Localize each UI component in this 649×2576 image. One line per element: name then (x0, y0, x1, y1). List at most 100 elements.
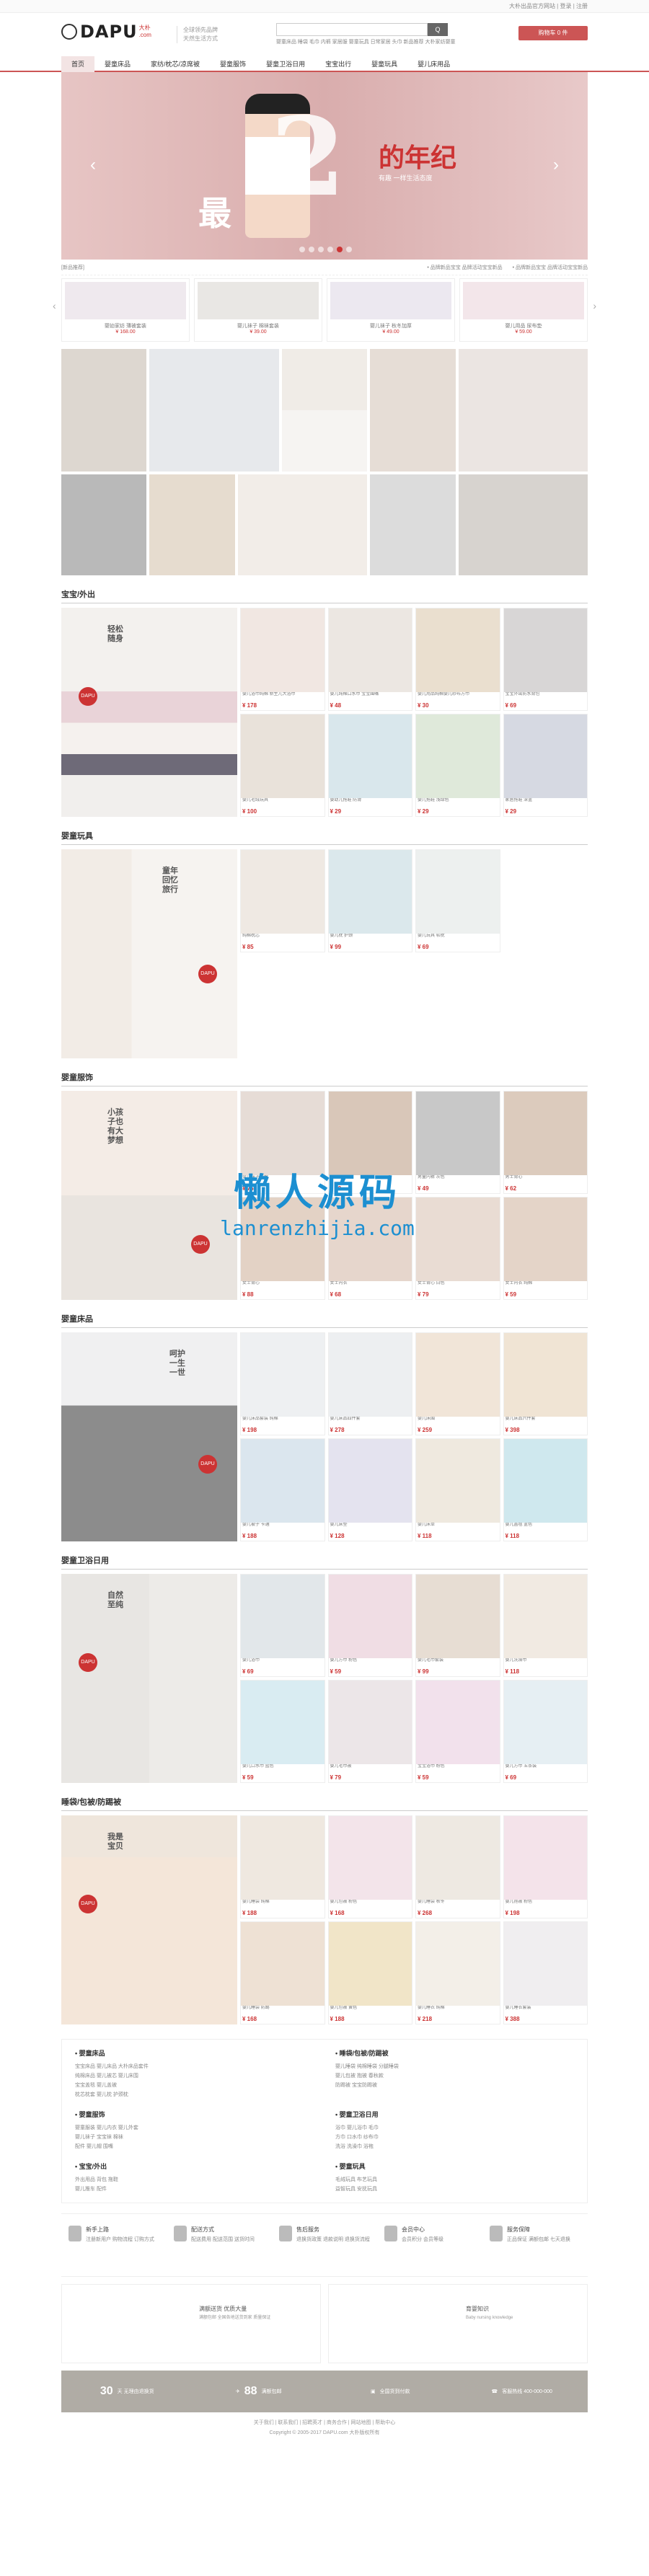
section-title[interactable]: 婴童卫浴日用 (61, 1554, 588, 1570)
banner-dot[interactable] (318, 247, 324, 252)
product-card[interactable]: 婴儿浴巾 ¥ 69 (240, 1574, 325, 1677)
directory-row[interactable]: 婴童服装 婴儿内衣 婴儿外套 (75, 2123, 314, 2133)
section-hero-image[interactable]: 轻松随身 DAPU (61, 608, 237, 817)
section-title[interactable]: 婴童玩具 (61, 830, 588, 845)
product-card[interactable]: 婴儿包被 粉色 ¥ 168 (327, 1815, 412, 1918)
product-card[interactable]: 婴儿睡衣套装 ¥ 388 (503, 1921, 588, 2024)
product-card[interactable]: 家居拖鞋 深蓝 ¥ 29 (503, 714, 588, 817)
directory-row[interactable]: 婴儿袜子 宝宝袜 棉袜 (75, 2133, 314, 2142)
service-links[interactable]: 配送费用 配送范围 送货时间 (191, 2236, 255, 2243)
directory-row[interactable]: 婴儿包被 抱被 春秋款 (335, 2071, 574, 2081)
nav-item[interactable]: 婴儿床用品 (407, 56, 460, 72)
nav-item[interactable]: 宝宝出行 (315, 56, 361, 72)
directory-title[interactable]: • 宝宝/外出 (75, 2161, 314, 2171)
directory-title[interactable]: • 婴童玩具 (335, 2161, 574, 2171)
collage-image[interactable] (61, 474, 147, 575)
mini-product[interactable]: 婴儿用品 尿布垫 ¥ 59.00 (459, 278, 588, 342)
mini-prev-icon[interactable]: ‹ (53, 300, 56, 311)
directory-row[interactable]: 防踢被 宝宝防踢被 (335, 2081, 574, 2090)
product-card[interactable]: 婴儿毛巾套装 ¥ 99 (415, 1574, 500, 1677)
product-card[interactable]: 婴儿床品六件套 ¥ 398 (503, 1332, 588, 1435)
service-title[interactable]: 服务保障 (507, 2226, 570, 2234)
collage-image[interactable] (370, 349, 456, 472)
mini-product[interactable]: 婴儿袜子 秋冬加厚 ¥ 49.00 (327, 278, 455, 342)
section-title[interactable]: 婴童床品 (61, 1313, 588, 1328)
product-card[interactable]: 婴儿睡袋 纯棉 ¥ 188 (240, 1815, 325, 1918)
section-hero-image[interactable]: 我是宝贝 DAPU (61, 1815, 237, 2024)
product-card[interactable]: 婴儿用品纯棉婴儿纱布方巾 ¥ 30 (415, 608, 500, 711)
nav-item[interactable]: 首页 (61, 56, 95, 72)
product-card[interactable]: 婴儿毛绒玩具 ¥ 100 (240, 714, 325, 817)
collage-image[interactable] (370, 474, 456, 575)
directory-row[interactable]: 洗浴 洗澡巾 浴袍 (335, 2142, 574, 2151)
service-links[interactable]: 正品保证 满额包邮 七天退换 (507, 2236, 570, 2243)
collage-image[interactable] (61, 349, 147, 472)
directory-title[interactable]: • 睡袋/包被/防踢被 (335, 2048, 574, 2058)
directory-row[interactable]: 宝宝床品 婴儿床品 大朴床品套件 (75, 2062, 314, 2071)
promo-box[interactable]: 育婴知识 Baby nursing knowledge (328, 2284, 588, 2363)
service-title[interactable]: 售后服务 (296, 2226, 370, 2234)
product-card[interactable]: 婴儿床垫 ¥ 128 (327, 1438, 412, 1541)
nav-item[interactable]: 婴童玩具 (361, 56, 407, 72)
product-card[interactable]: 婴儿床品套装 纯棉 ¥ 198 (240, 1332, 325, 1435)
section-title[interactable]: 睡袋/包被/防踢被 (61, 1796, 588, 1811)
banner-dot[interactable] (337, 247, 343, 252)
service-title[interactable]: 会员中心 (402, 2226, 443, 2234)
directory-row[interactable]: 枕芯枕套 婴儿枕 护颈枕 (75, 2090, 314, 2099)
directory-row[interactable]: 婴儿睡袋 纯棉睡袋 分腿睡袋 (335, 2062, 574, 2071)
product-card[interactable]: 纯棉枕芯 ¥ 85 (240, 849, 325, 952)
top-links[interactable]: 大朴出品官方网站 | 登录 | 注册 (61, 0, 588, 13)
mini-next-icon[interactable]: › (593, 300, 596, 311)
hero-banner[interactable]: 2 最 的年纪 有趣 一样生活态度 ‹ › (61, 72, 588, 260)
product-card[interactable]: 婴儿睡袋 防踢 ¥ 168 (240, 1921, 325, 2024)
mini-product[interactable]: 婴幼家纺 薄被套装 ¥ 168.00 (61, 278, 190, 342)
news-item[interactable]: • 品牌新品宝宝 品牌活动宝宝新品 (427, 264, 502, 271)
section-hero-image[interactable]: 呵护一生一世 DAPU (61, 1332, 237, 1541)
product-card[interactable]: 婴儿洗澡巾 ¥ 118 (503, 1574, 588, 1677)
product-card[interactable]: 婴儿盖毯 蓝色 ¥ 118 (503, 1438, 588, 1541)
section-hero-image[interactable]: 童年回忆旅行 DAPU (61, 849, 237, 1058)
directory-row[interactable]: 婴儿推车 配件 (75, 2185, 314, 2194)
product-card[interactable]: 婴儿方巾 五条装 ¥ 69 (503, 1680, 588, 1783)
cart-button[interactable]: 购物车 0 件 (518, 26, 588, 40)
directory-row[interactable]: 宝宝盖毯 婴儿盖被 (75, 2081, 314, 2090)
product-card[interactable]: 婴儿玩具 软枕 ¥ 69 (415, 849, 500, 952)
directory-title[interactable]: • 婴童床品 (75, 2048, 314, 2058)
product-card[interactable]: 婴儿床围 ¥ 259 (415, 1332, 500, 1435)
banner-dot[interactable] (309, 247, 314, 252)
product-card[interactable]: 婴儿方巾 粉色 ¥ 59 (327, 1574, 412, 1677)
nav-item[interactable]: 婴童卫浴日用 (256, 56, 315, 72)
product-card[interactable]: 宝宝浴巾 粉色 ¥ 59 (415, 1680, 500, 1783)
product-card[interactable]: 婴儿床品四件套 ¥ 278 (327, 1332, 412, 1435)
product-card[interactable]: 婴儿睡衣 纯棉 ¥ 218 (415, 1921, 500, 2024)
search-input[interactable] (276, 23, 428, 36)
banner-next-icon[interactable]: › (553, 155, 559, 175)
product-card[interactable]: 男士背心 ¥ 62 (503, 1091, 588, 1194)
directory-row[interactable]: 方巾 口水巾 纱布巾 (335, 2133, 574, 2142)
collage-image[interactable] (237, 474, 368, 575)
search-button[interactable]: Q (428, 23, 448, 36)
mini-product[interactable]: 婴儿袜子 棉袜套装 ¥ 39.00 (194, 278, 322, 342)
promo-box[interactable]: 满额送货 优质大量 满额包邮 全国各地送货到家 质量保证 (61, 2284, 321, 2363)
product-card[interactable]: 婴儿口水巾 蓝色 ¥ 59 (240, 1680, 325, 1783)
directory-row[interactable]: 毛绒玩具 布艺玩具 (335, 2175, 574, 2185)
footer-links[interactable]: 关于我们 | 联系我们 | 招聘英才 | 商务合作 | 网站地图 | 帮助中心 (61, 2418, 588, 2428)
product-card[interactable]: 婴儿包被 黄色 ¥ 188 (327, 1921, 412, 2024)
product-card[interactable]: 宝宝外出防水背包 ¥ 69 (503, 608, 588, 711)
service-links[interactable]: 退换货政策 退款说明 退换货流程 (296, 2236, 370, 2243)
directory-title[interactable]: • 婴童服饰 (75, 2110, 314, 2119)
news-item[interactable]: • 品牌新品宝宝 品牌活动宝宝新品 (513, 264, 588, 271)
directory-row[interactable]: 益智玩具 安抚玩具 (335, 2185, 574, 2194)
collage-image[interactable] (149, 349, 279, 472)
collage-image[interactable] (149, 474, 235, 575)
collage-image[interactable] (458, 349, 588, 472)
nav-item[interactable]: 婴童服饰 (210, 56, 256, 72)
directory-row[interactable]: 外出用品 背包 拖鞋 (75, 2175, 314, 2185)
banner-dot[interactable] (299, 247, 305, 252)
section-hero-image[interactable]: 自然至纯 DAPU (61, 1574, 237, 1783)
collage-image[interactable] (281, 349, 368, 472)
product-card[interactable]: 女士内衣 纯棉 ¥ 59 (503, 1197, 588, 1300)
directory-row[interactable]: 浴巾 婴儿浴巾 毛巾 (335, 2123, 574, 2133)
collage-image[interactable] (458, 474, 588, 575)
directory-title[interactable]: • 婴童卫浴日用 (335, 2110, 574, 2119)
